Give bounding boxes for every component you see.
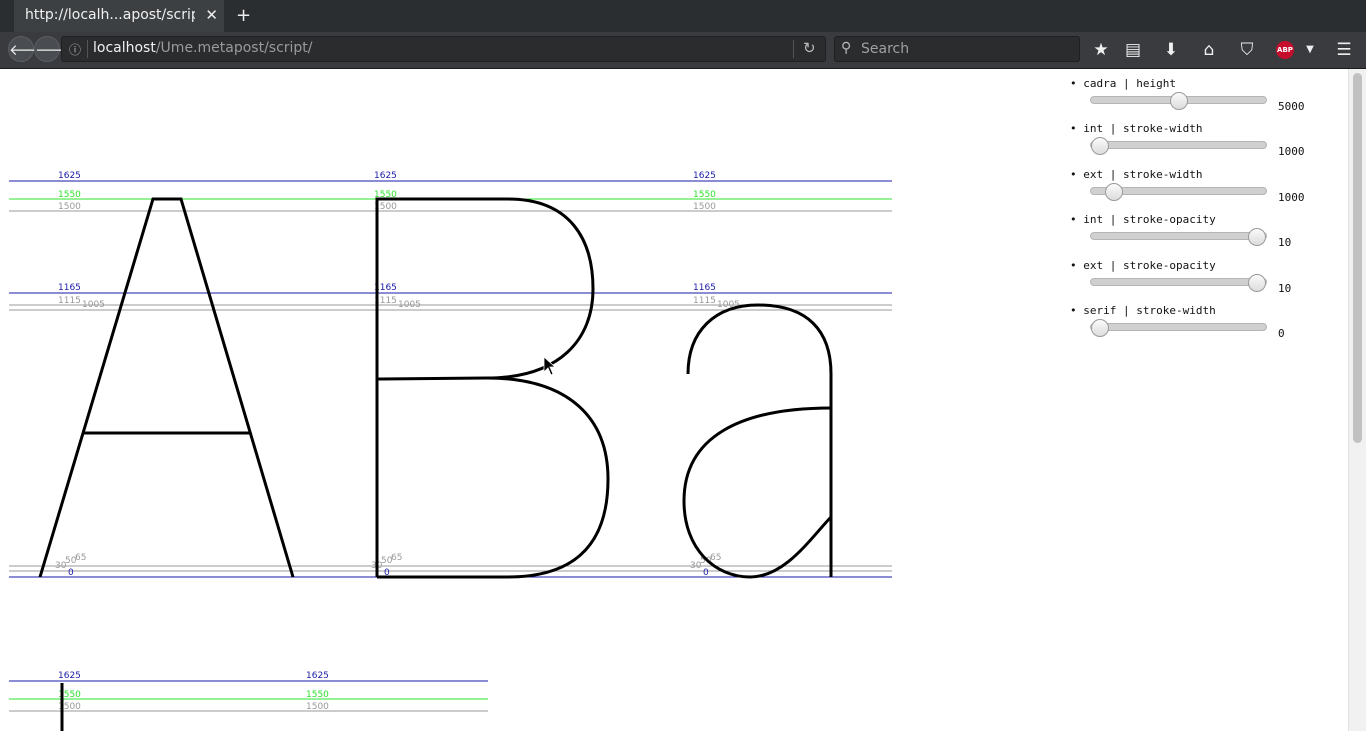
slider-control-ext-stroke-opacity: ext | stroke-opacity 10 [1068, 259, 1328, 303]
guide-label: 0 [68, 568, 74, 578]
slider-label: int | stroke-opacity [1070, 213, 1215, 226]
slider-track[interactable] [1090, 141, 1267, 149]
home-icon[interactable]: ⌂ [1198, 40, 1220, 60]
plus-icon[interactable]: + [236, 5, 251, 26]
search-bar[interactable]: ⚲ Search [834, 36, 1080, 62]
guide-label: 1625 [693, 171, 716, 181]
guide-label: 30 [55, 561, 67, 571]
close-icon[interactable]: ✕ [205, 6, 218, 24]
slider-control-ext-stroke-width: ext | stroke-width 1000 [1068, 168, 1328, 212]
slider-value: 1000 [1278, 191, 1305, 204]
tab-strip: http://localh...apost/script/ ✕ + [0, 0, 1366, 32]
guide-label: 65 [75, 553, 86, 563]
guide-label: 1625 [374, 171, 397, 181]
slider-track[interactable] [1090, 323, 1267, 331]
slider-label: int | stroke-width [1070, 122, 1202, 135]
forward-button[interactable]: 🡒 [34, 36, 75, 62]
guide-label: 1005 [82, 300, 105, 310]
slider-thumb[interactable] [1248, 228, 1266, 246]
glyph-a [682, 303, 833, 579]
guide-label: 1550 [58, 190, 81, 200]
guide-label: 0 [703, 568, 709, 578]
glyph-B [375, 197, 610, 579]
glyph-B-upper-bowl [375, 197, 595, 577]
tab-title: http://localh...apost/script/ [25, 7, 195, 23]
menu-icon[interactable]: ☰ [1333, 40, 1355, 60]
guide-label: 1500 [58, 202, 81, 212]
guide-label: 50 [381, 556, 393, 566]
slider-track[interactable] [1090, 278, 1267, 286]
reading-list-icon[interactable]: ▤ [1122, 40, 1144, 60]
url-bar[interactable]: ⓘ localhost/Ume.metapost/script/ ↻ [61, 36, 826, 62]
guide-label: 1625 [58, 671, 81, 681]
page-content: 1625 1550 1500 1165 1115 1005 65 50 30 0… [0, 69, 1366, 731]
slider-thumb[interactable] [1248, 274, 1266, 292]
slider-control-serif-stroke-width: serif | stroke-width 0 [1068, 304, 1328, 348]
url-divider [87, 40, 88, 58]
url-path: /Ume.metapost/script/ [155, 40, 313, 56]
adblock-icon[interactable]: ABP [1276, 41, 1294, 59]
browser-tab[interactable]: http://localh...apost/script/ ✕ [14, 0, 224, 32]
glyph-A-outline [38, 197, 295, 578]
slider-label: ext | stroke-width [1070, 168, 1202, 181]
reload-icon[interactable]: ↻ [803, 39, 816, 57]
slider-value: 0 [1278, 327, 1285, 340]
glyph-a-bowl [682, 406, 833, 579]
guide-label: 1625 [58, 171, 81, 181]
guide-label: 65 [710, 553, 721, 563]
glyph-A [38, 197, 295, 578]
slider-track[interactable] [1090, 232, 1267, 240]
slider-control-int-stroke-opacity: int | stroke-opacity 10 [1068, 213, 1328, 257]
guide-label: 1165 [693, 283, 716, 293]
guide-label: 1550 [306, 690, 329, 700]
slider-value: 5000 [1278, 100, 1305, 113]
slider-label: cadra | height [1070, 77, 1176, 90]
url-host: localhost [93, 40, 156, 56]
guide-label: 50 [65, 556, 77, 566]
bookmark-star-icon[interactable]: ★ [1090, 40, 1112, 60]
cursor-icon [543, 356, 557, 376]
scrollbar-thumb[interactable] [1353, 73, 1362, 443]
url-divider-right [793, 40, 794, 58]
vertical-scrollbar[interactable] [1348, 69, 1366, 731]
guide-label: 1115 [693, 296, 716, 306]
chevron-down-icon[interactable]: ▼ [1299, 44, 1321, 55]
guide-label: 1115 [58, 296, 81, 306]
pocket-icon[interactable]: ⛉ [1236, 40, 1258, 60]
download-icon[interactable]: ⬇ [1160, 40, 1182, 60]
glyph-B-lower-bowl [377, 376, 610, 579]
guide-label: 1550 [693, 190, 716, 200]
guide-label: 1500 [693, 202, 716, 212]
url-text[interactable]: localhost/Ume.metapost/script/ [93, 40, 313, 56]
guide-label: 1500 [306, 702, 329, 712]
slider-control-int-stroke-width: int | stroke-width 1000 [1068, 122, 1328, 166]
back-button[interactable]: 🡐 [8, 36, 49, 62]
slider-thumb[interactable] [1091, 319, 1109, 337]
guide-label: 65 [391, 553, 402, 563]
slider-value: 10 [1278, 236, 1292, 249]
guide-label: 1165 [58, 283, 81, 293]
slider-thumb[interactable] [1105, 183, 1124, 201]
guide-label: 30 [690, 561, 702, 571]
info-icon[interactable]: ⓘ [69, 41, 81, 58]
slider-value: 10 [1278, 282, 1292, 295]
search-placeholder: Search [861, 41, 910, 57]
guide-label: 1625 [306, 671, 329, 681]
slider-label: ext | stroke-opacity [1070, 259, 1215, 272]
slider-thumb[interactable] [1091, 137, 1109, 155]
search-icon: ⚲ [841, 40, 852, 56]
slider-control-cadra-height: cadra | height 5000 [1068, 77, 1328, 121]
navigation-toolbar: 🡐 🡒 ⓘ localhost/Ume.metapost/script/ ↻ ⚲… [0, 32, 1366, 69]
slider-label: serif | stroke-width [1070, 304, 1215, 317]
slider-thumb[interactable] [1169, 92, 1188, 110]
slider-value: 1000 [1278, 145, 1305, 158]
guide-label: 1005 [398, 300, 421, 310]
